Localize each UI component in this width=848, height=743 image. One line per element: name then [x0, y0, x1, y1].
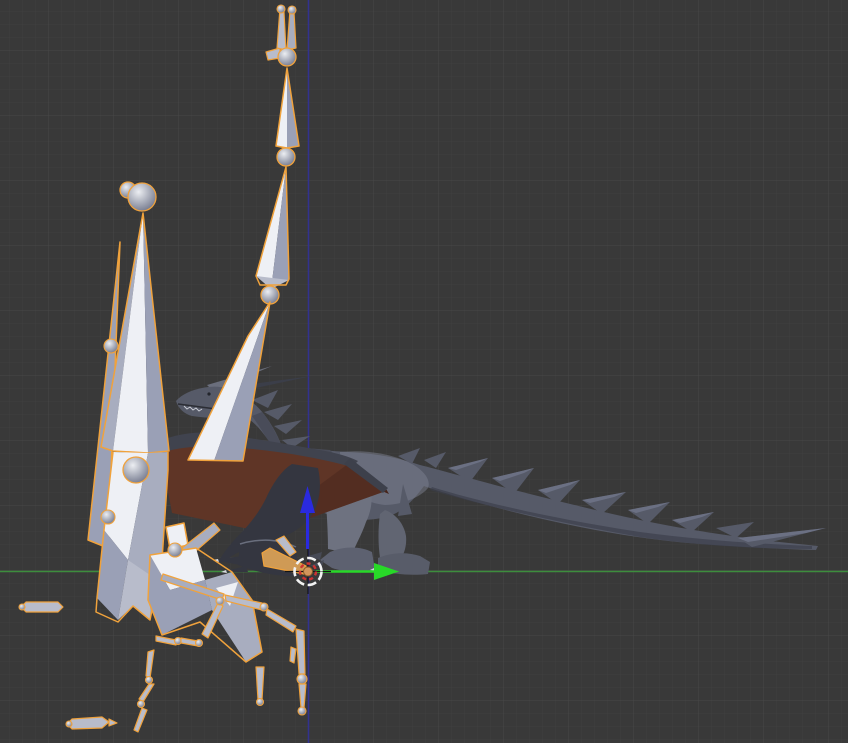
- joint-sphere[interactable]: [277, 5, 285, 13]
- joint-sphere[interactable]: [277, 148, 295, 166]
- joint-sphere[interactable]: [101, 510, 115, 524]
- joint-sphere[interactable]: [278, 48, 296, 66]
- joint-sphere[interactable]: [168, 543, 182, 557]
- joint-sphere[interactable]: [128, 183, 156, 211]
- dragon-eye: [207, 392, 210, 395]
- joint-sphere[interactable]: [123, 457, 149, 483]
- 3d-viewport[interactable]: [0, 0, 848, 743]
- joint-sphere[interactable]: [288, 6, 296, 14]
- cursor-center-dot: [304, 567, 313, 576]
- joint-sphere[interactable]: [104, 339, 118, 353]
